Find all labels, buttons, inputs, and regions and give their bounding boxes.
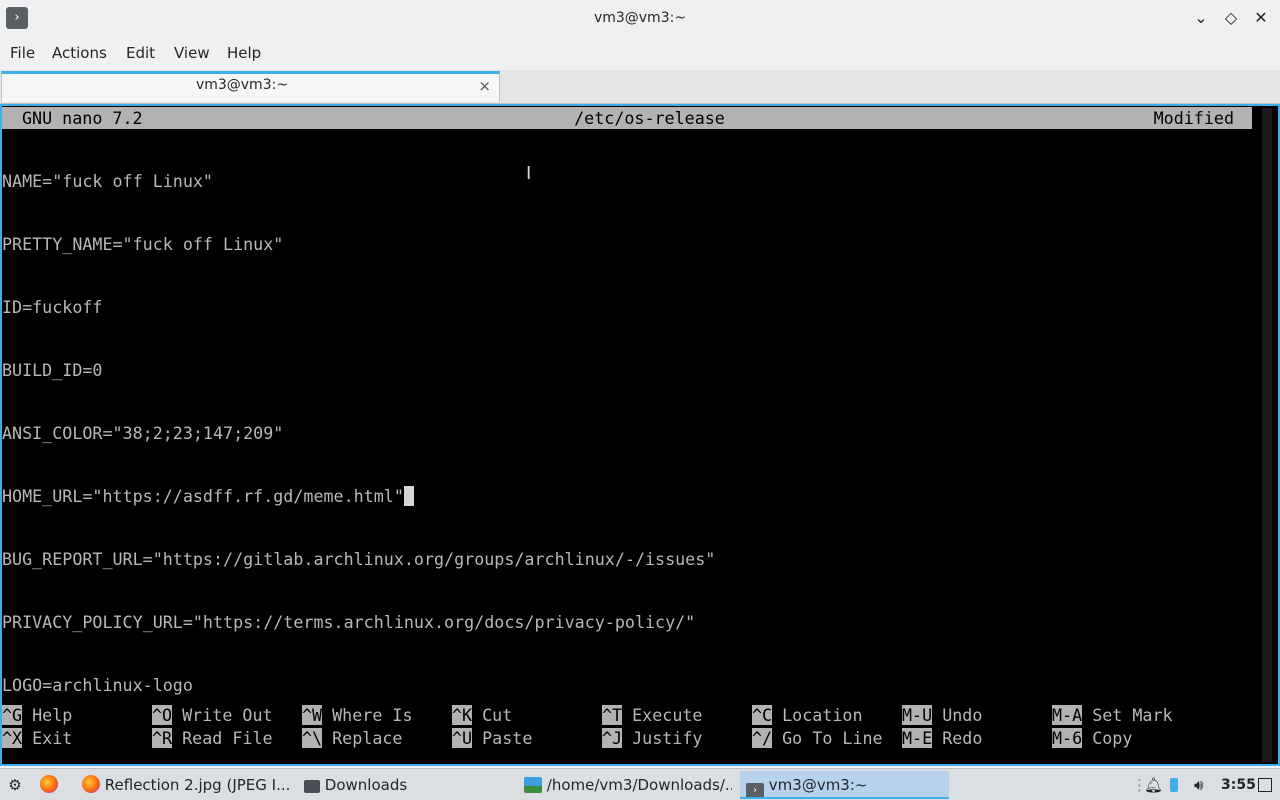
close-icon[interactable]: ✕ [1251,8,1271,28]
file-content[interactable]: NAME="fuck off Linux" PRETTY_NAME="fuck … [2,130,715,737]
shortcut-write-out[interactable]: ^O Write Out [152,704,273,727]
task-downloads[interactable]: Downloads [302,771,512,799]
file-line-current: HOME_URL="https://asdff.rf.gd/meme.html" [2,485,715,508]
task-terminal[interactable]: › vm3@vm3:~ [740,771,949,799]
maximize-icon[interactable]: ◇ [1221,8,1241,28]
terminal-scrollbar[interactable] [1256,106,1278,764]
nano-version: GNU nano 7.2 [22,108,143,128]
tab-bar: vm3@vm3:~ × [0,70,1280,104]
file-line: NAME="fuck off Linux" [2,171,213,191]
file-line-text: HOME_URL="https://asdff.rf.gd/meme.html" [2,486,404,506]
menu-help[interactable]: Help [227,36,261,70]
shortcut-where-is[interactable]: ^W Where Is [302,704,413,727]
menu-edit[interactable]: Edit [126,36,155,70]
nano-filename: /etc/os-release [574,108,725,128]
task-image-viewer[interactable]: /home/vm3/Downloads/... [522,771,732,799]
folder-icon [304,780,320,793]
volume-icon[interactable]: 🔊︎ [1194,773,1203,797]
notifications-icon[interactable]: 🔔︎ [1144,773,1163,797]
taskbar: ⚙ Reflection 2.jpg (JPEG I... Downloads … [0,768,1280,800]
shortcut-paste[interactable]: ^U Paste [452,727,532,750]
shortcut-set-mark[interactable]: M-A Set Mark [1052,704,1173,727]
removable-device-icon[interactable] [1170,773,1184,797]
terminal-view[interactable]: /etc/os-release GNU nano 7.2 Modified NA… [0,104,1280,766]
tab-label: vm3@vm3:~ [195,77,289,93]
firefox-icon [82,775,100,793]
shortcut-location[interactable]: ^C Location [752,704,863,727]
nano-titlebar: /etc/os-release GNU nano 7.2 Modified [2,107,1252,129]
mouse-ibeam-icon: I [526,163,532,184]
file-line: PRETTY_NAME="fuck off Linux" [2,234,284,254]
shortcut-exit[interactable]: ^X Exit [2,727,72,750]
menu-actions[interactable]: Actions [52,36,107,70]
task-label: vm3@vm3:~ [768,776,868,794]
shortcut-help[interactable]: ^G Help [2,704,72,727]
shortcut-execute[interactable]: ^T Execute [602,704,702,727]
nano-shortcut-bar: ^G Help ^O Write Out ^W Where Is ^K Cut … [2,704,1242,754]
nano-modified-status: Modified [1153,108,1234,128]
menu-view[interactable]: View [174,36,210,70]
clock[interactable]: 3:55 [1221,773,1256,797]
shortcut-read-file[interactable]: ^R Read File [152,727,273,750]
window-title: vm3@vm3:~ [593,10,687,26]
shortcut-replace[interactable]: ^\ Replace [302,727,402,750]
firefox-launcher[interactable] [40,771,66,799]
file-line: BUILD_ID=0 [2,360,103,380]
show-desktop-icon[interactable] [1258,773,1272,797]
shortcut-redo[interactable]: M-E Redo [902,727,982,750]
task-label: Reflection 2.jpg (JPEG I... [104,776,290,794]
file-line: PRIVACY_POLICY_URL="https://terms.archli… [2,612,696,632]
shortcut-copy[interactable]: M-6 Copy [1052,727,1132,750]
firefox-icon [40,775,58,793]
file-line: ID=fuckoff [2,297,103,317]
window-titlebar: › vm3@vm3:~ ⌄ ◇ ✕ [0,0,1280,36]
task-label: Downloads [324,776,408,794]
task-label: /home/vm3/Downloads/... [546,776,732,794]
file-line: ANSI_COLOR="38;2;23;147;209" [2,423,284,443]
tab-terminal[interactable]: vm3@vm3:~ × [1,71,500,102]
text-cursor [403,486,414,506]
terminal-icon: › [746,783,764,797]
minimize-icon[interactable]: ⌄ [1191,8,1211,28]
image-viewer-icon [524,777,542,793]
menu-file[interactable]: File [10,36,35,70]
scrollbar-thumb[interactable] [1262,108,1272,762]
shortcut-cut[interactable]: ^K Cut [452,704,512,727]
menu-bar: File Actions Edit View Help [0,36,1280,70]
task-firefox[interactable]: Reflection 2.jpg (JPEG I... [80,771,290,799]
file-line: BUG_REPORT_URL="https://gitlab.archlinux… [2,549,716,569]
file-line: LOGO=archlinux-logo [2,675,193,695]
app-launcher-icon[interactable]: ⚙ [4,771,26,799]
tab-close-icon[interactable]: × [478,77,491,95]
shortcut-undo[interactable]: M-U Undo [902,704,982,727]
shortcut-justify[interactable]: ^J Justify [602,727,702,750]
shortcut-go-to-line[interactable]: ^/ Go To Line [752,727,883,750]
